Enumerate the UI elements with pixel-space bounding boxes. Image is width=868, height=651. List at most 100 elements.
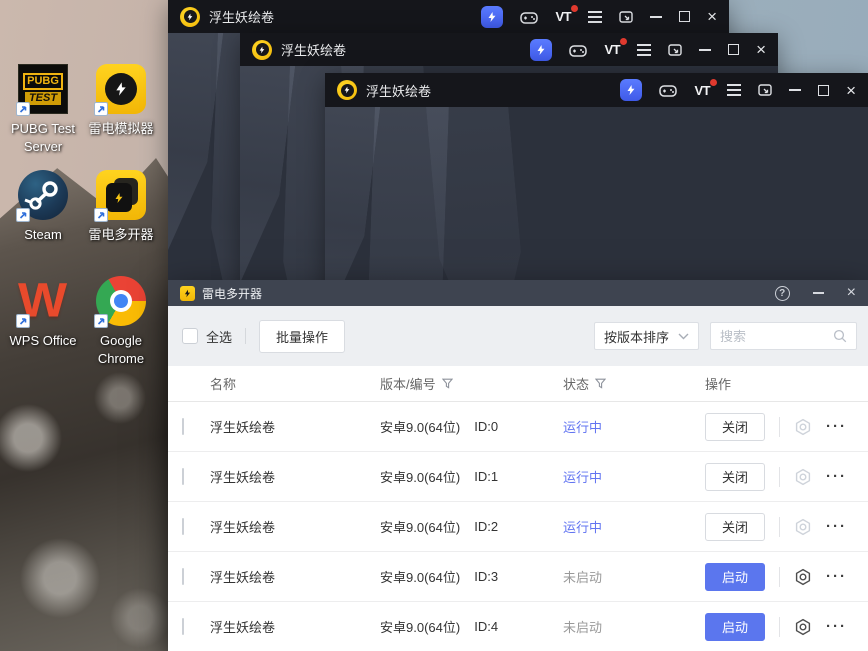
- ldplayer-icon: [96, 64, 146, 114]
- shrink-corner-icon[interactable]: [668, 43, 682, 57]
- manager-titlebar[interactable]: 雷电多开器 ? ×: [168, 280, 868, 306]
- more-icon[interactable]: ···: [826, 619, 847, 634]
- batch-operation-button[interactable]: 批量操作: [259, 320, 345, 353]
- desktop-icon-wps-office[interactable]: W WPS Office: [4, 276, 82, 367]
- settings-icon[interactable]: [794, 518, 812, 536]
- instance-name: 浮生妖绘卷: [210, 617, 380, 636]
- multi-instance-manager-window: 雷电多开器 ? × 全选 批量操作 按版本排序 名称 版本/编号: [168, 280, 868, 651]
- boost-icon[interactable]: [620, 79, 642, 101]
- table-row: 浮生妖绘卷 安卓9.0(64位)ID:3 未启动 启动 ···: [168, 552, 868, 602]
- more-icon[interactable]: ···: [826, 419, 847, 434]
- desktop-icon-row-1: PUBG TEST PUBG Test Server 雷电模拟器: [4, 64, 168, 155]
- status-badge: 运行中: [563, 517, 602, 536]
- table-row: 浮生妖绘卷 安卓9.0(64位)ID:0 运行中 关闭 ···: [168, 402, 868, 452]
- ld-multiplayer-icon: [96, 170, 146, 220]
- vt-badge[interactable]: VT: [604, 42, 620, 57]
- action-button[interactable]: 启动: [705, 563, 765, 591]
- gamepad-icon[interactable]: [569, 43, 587, 57]
- settings-icon[interactable]: [794, 468, 812, 486]
- maximize-icon[interactable]: [679, 11, 690, 22]
- minimize-icon[interactable]: [789, 89, 801, 91]
- sort-dropdown[interactable]: 按版本排序: [594, 322, 699, 350]
- shortcut-arrow-icon: [16, 102, 30, 116]
- settings-icon[interactable]: [794, 568, 812, 586]
- vt-badge[interactable]: VT: [694, 83, 710, 98]
- instance-version: 安卓9.0(64位): [380, 467, 460, 486]
- shrink-corner-icon[interactable]: [619, 10, 633, 24]
- desktop-icon-label: 雷电模拟器: [88, 120, 153, 138]
- gamepad-icon[interactable]: [520, 10, 538, 24]
- desktop-icon-row-2: Steam 雷电多开器: [4, 170, 168, 244]
- minimize-icon[interactable]: [813, 292, 824, 294]
- close-icon[interactable]: ×: [847, 285, 856, 301]
- action-button[interactable]: 关闭: [705, 463, 765, 491]
- shrink-corner-icon[interactable]: [758, 83, 772, 97]
- row-checkbox[interactable]: [182, 518, 184, 535]
- minimize-icon[interactable]: [699, 49, 711, 51]
- desktop-icon-ld-multiplayer[interactable]: 雷电多开器: [82, 170, 160, 244]
- maximize-icon[interactable]: [728, 44, 739, 55]
- menu-icon[interactable]: [637, 49, 651, 51]
- desktop-icon-ldplayer[interactable]: 雷电模拟器: [82, 64, 160, 155]
- filter-icon[interactable]: [442, 378, 453, 389]
- chevron-down-icon: [678, 333, 689, 340]
- boost-icon[interactable]: [481, 6, 503, 28]
- emulator-window-title: 浮生妖绘卷: [281, 40, 346, 59]
- filter-icon[interactable]: [595, 378, 606, 389]
- header-operation: 操作: [705, 374, 868, 393]
- emulator-titlebar[interactable]: 浮生妖绘卷 VT ×: [325, 73, 868, 107]
- gamepad-icon[interactable]: [659, 83, 677, 97]
- row-checkbox[interactable]: [182, 618, 184, 635]
- header-version: 版本/编号: [380, 374, 436, 393]
- shortcut-arrow-icon: [94, 102, 108, 116]
- search-box[interactable]: [710, 322, 857, 350]
- close-icon[interactable]: ×: [707, 8, 717, 25]
- search-input[interactable]: [720, 329, 833, 344]
- header-status: 状态: [563, 374, 589, 393]
- pubg-icon-test: TEST: [25, 92, 61, 105]
- close-icon[interactable]: ×: [846, 82, 856, 99]
- status-badge: 未启动: [563, 617, 602, 636]
- action-button[interactable]: 关闭: [705, 513, 765, 541]
- shortcut-arrow-icon: [16, 314, 30, 328]
- instance-name: 浮生妖绘卷: [210, 417, 380, 436]
- action-button[interactable]: 关闭: [705, 413, 765, 441]
- emulator-titlebar[interactable]: 浮生妖绘卷 VT ×: [168, 0, 729, 33]
- instance-version: 安卓9.0(64位): [380, 567, 460, 586]
- instance-id: ID:1: [474, 469, 498, 484]
- more-icon[interactable]: ···: [826, 519, 847, 534]
- minimize-icon[interactable]: [650, 16, 662, 18]
- ld-multiplayer-app-icon: [180, 286, 195, 301]
- emulator-titlebar[interactable]: 浮生妖绘卷 VT ×: [240, 33, 778, 66]
- status-badge: 运行中: [563, 417, 602, 436]
- op-divider: [779, 567, 780, 587]
- emulator-window-title: 浮生妖绘卷: [209, 7, 274, 26]
- row-checkbox[interactable]: [182, 468, 184, 485]
- settings-icon[interactable]: [794, 618, 812, 636]
- desktop-icon-pubg-test-server[interactable]: PUBG TEST PUBG Test Server: [4, 64, 82, 155]
- row-checkbox[interactable]: [182, 568, 184, 585]
- vt-badge[interactable]: VT: [555, 9, 571, 24]
- settings-icon[interactable]: [794, 418, 812, 436]
- op-divider: [779, 417, 780, 437]
- desktop-icon-steam[interactable]: Steam: [4, 170, 82, 244]
- action-button[interactable]: 启动: [705, 613, 765, 641]
- op-divider: [779, 617, 780, 637]
- select-all-checkbox[interactable]: [182, 328, 198, 344]
- maximize-icon[interactable]: [818, 85, 829, 96]
- more-icon[interactable]: ···: [826, 569, 847, 584]
- instance-table-body: 浮生妖绘卷 安卓9.0(64位)ID:0 运行中 关闭 ··· 浮生妖绘卷 安卓…: [168, 402, 868, 651]
- help-icon[interactable]: ?: [775, 286, 790, 301]
- instance-version: 安卓9.0(64位): [380, 617, 460, 636]
- boost-icon[interactable]: [530, 39, 552, 61]
- close-icon[interactable]: ×: [756, 41, 766, 58]
- menu-icon[interactable]: [727, 89, 741, 91]
- menu-icon[interactable]: [588, 16, 602, 18]
- sort-dropdown-value: 按版本排序: [604, 327, 669, 346]
- more-icon[interactable]: ···: [826, 469, 847, 484]
- shortcut-arrow-icon: [94, 314, 108, 328]
- op-divider: [779, 467, 780, 487]
- row-checkbox[interactable]: [182, 418, 184, 435]
- instance-id: ID:3: [474, 569, 498, 584]
- desktop-icon-google-chrome[interactable]: Google Chrome: [82, 276, 160, 367]
